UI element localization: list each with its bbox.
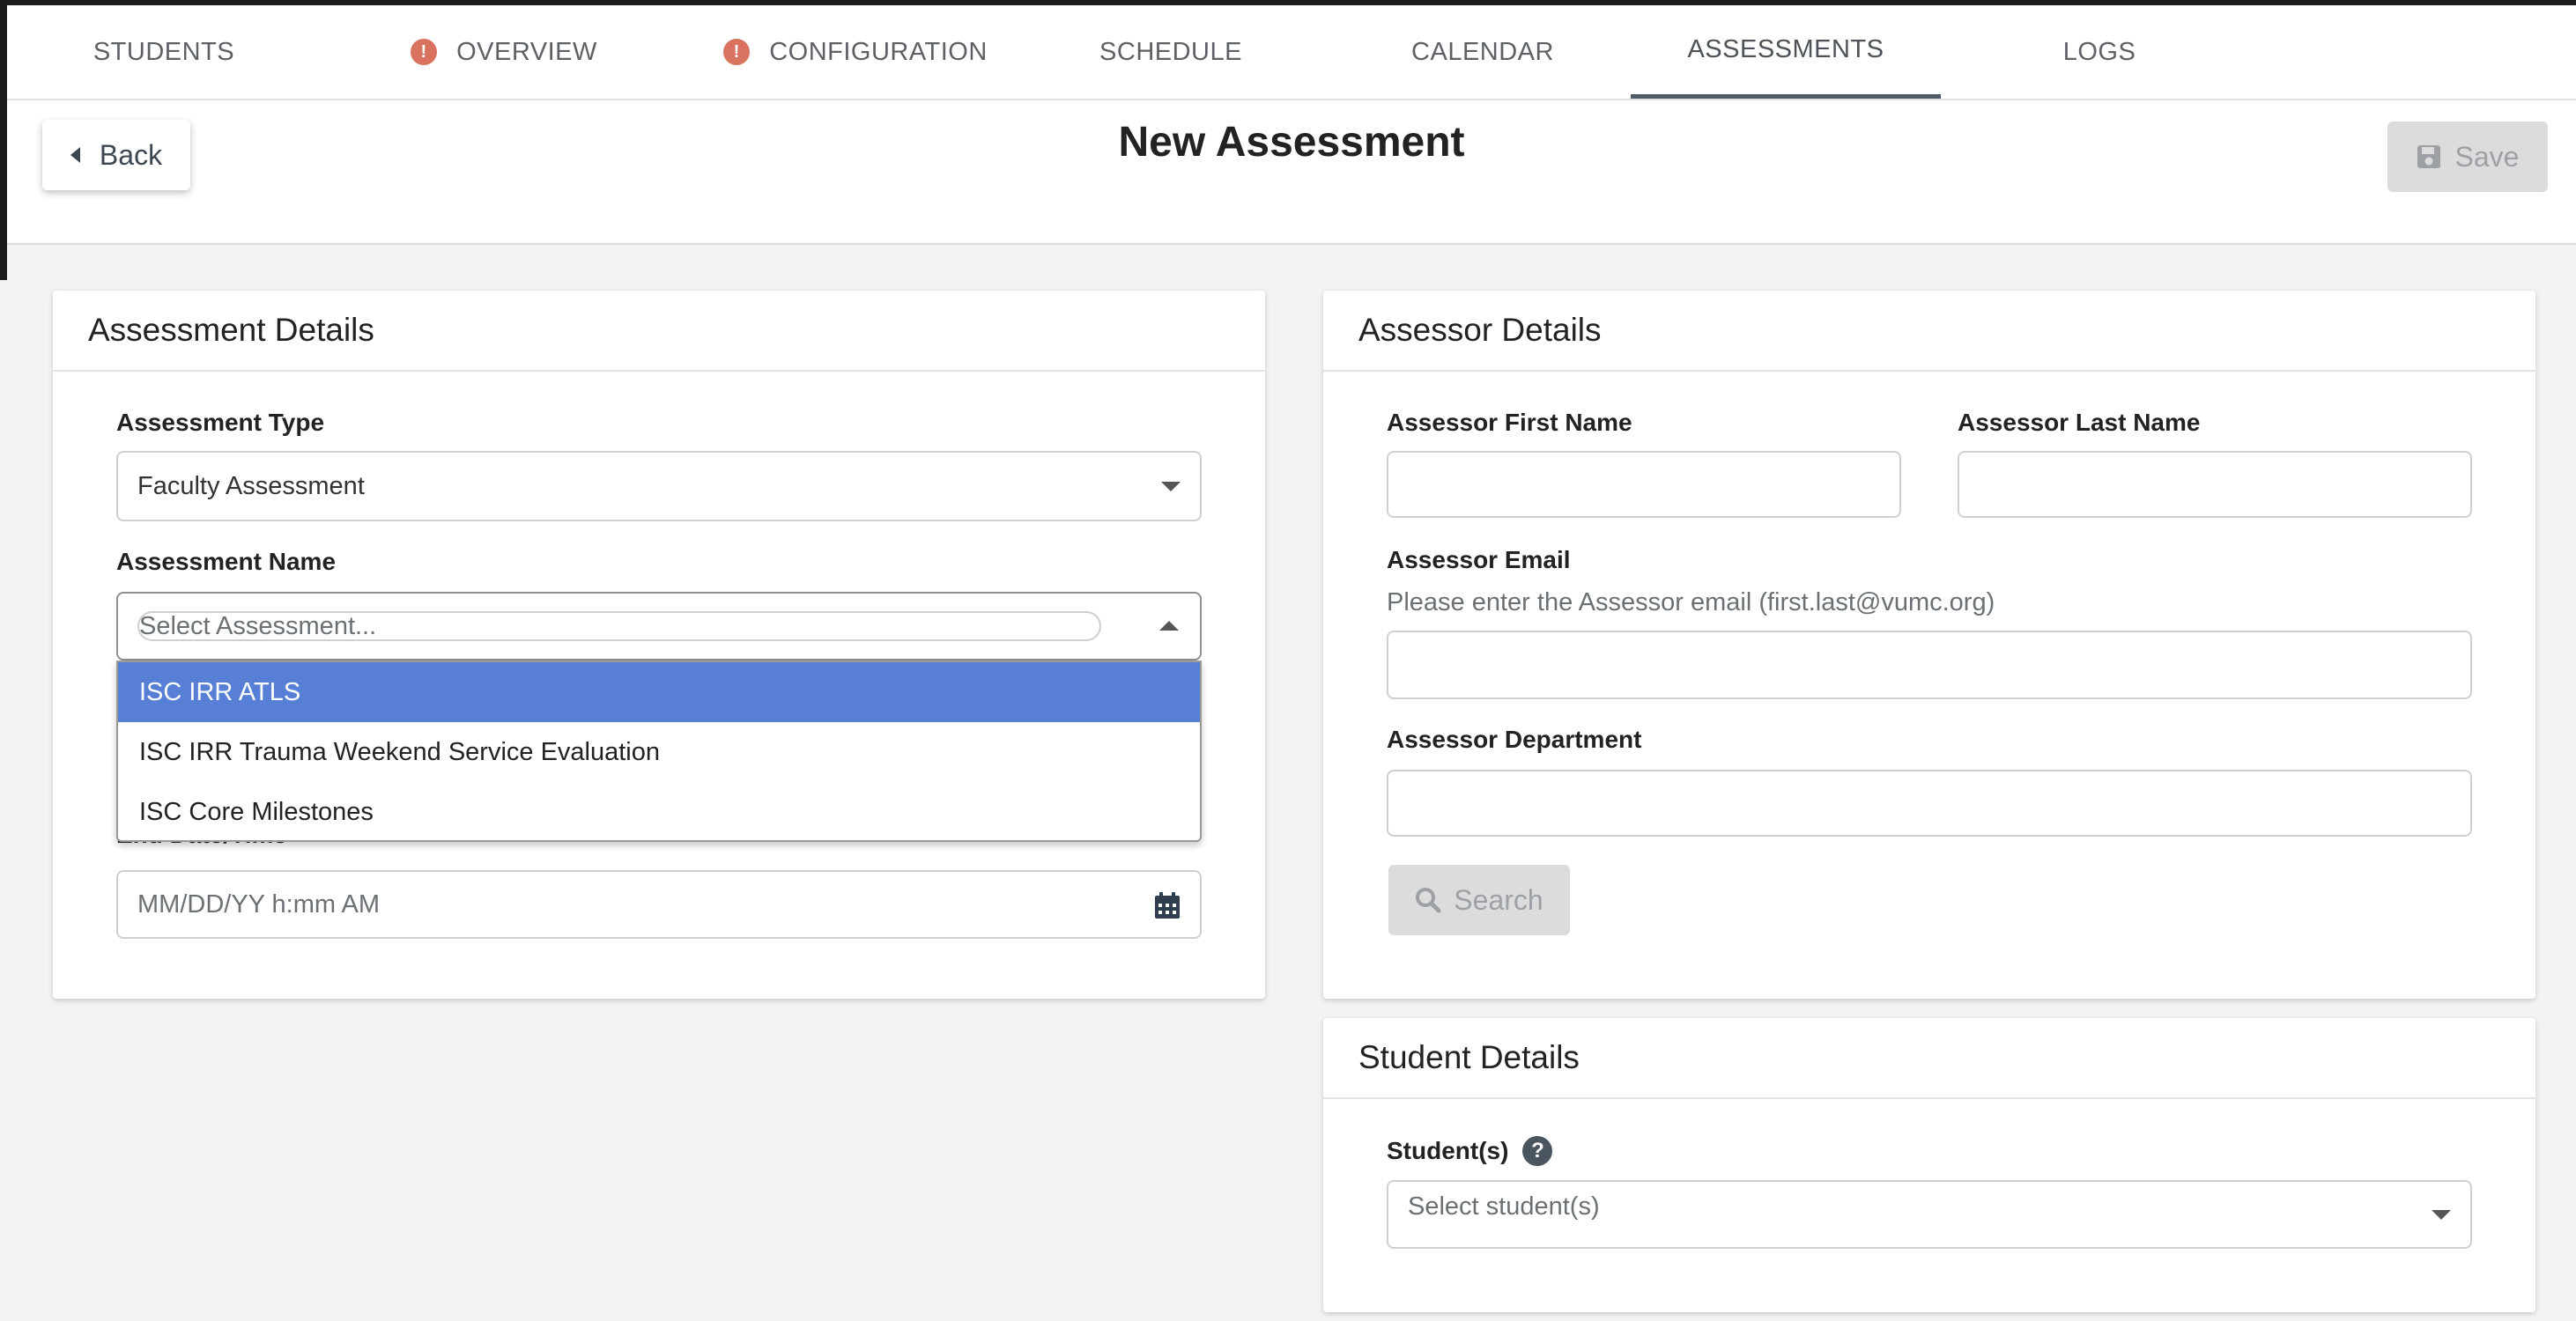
tab-calendar[interactable]: CALENDAR <box>1373 5 1593 99</box>
page-title: New Assessment <box>1118 119 1465 166</box>
assessor-last-name-input[interactable] <box>1958 451 2472 518</box>
tab-label: OVERVIEW <box>456 37 597 66</box>
end-date-placeholder: MM/DD/YY h:mm AM <box>137 889 380 919</box>
assessor-email-input[interactable] <box>1387 631 2472 699</box>
assessment-type-value: Faculty Assessment <box>137 471 365 500</box>
calendar-icon[interactable] <box>1154 891 1181 919</box>
assessor-last-name-label: Assessor Last Name <box>1958 409 2201 436</box>
assessor-department-input[interactable] <box>1387 770 2472 837</box>
students-label: Student(s) <box>1387 1137 1509 1164</box>
tab-label: CALENDAR <box>1411 37 1554 66</box>
help-icon[interactable]: ? <box>1522 1136 1553 1166</box>
tab-label: LOGS <box>2062 37 2136 66</box>
tab-overview[interactable]: ! OVERVIEW <box>363 5 645 99</box>
search-button-label: Search <box>1454 883 1543 916</box>
save-button[interactable]: Save <box>2387 122 2548 192</box>
card-title: Assessment Details <box>53 291 1265 372</box>
assessor-department-label: Assessor Department <box>1387 726 1642 753</box>
tab-label: STUDENTS <box>93 37 235 66</box>
assessment-type-label: Assessment Type <box>116 409 325 436</box>
chevron-down-icon <box>1161 482 1181 491</box>
card-title: Student Details <box>1323 1018 2535 1099</box>
assessment-details-card: Assessment Details Assessment Type Facul… <box>53 291 1265 999</box>
tab-label: CONFIGURATION <box>769 37 988 66</box>
save-button-label: Save <box>2454 140 2520 173</box>
floppy-disk-icon <box>2417 145 2440 168</box>
students-placeholder: Select student(s) <box>1408 1192 1600 1221</box>
tab-bar: STUDENTS ! OVERVIEW ! CONFIGURATION SCHE… <box>7 5 2576 100</box>
tab-configuration[interactable]: ! CONFIGURATION <box>692 5 1018 99</box>
chevron-down-icon <box>2432 1210 2451 1220</box>
student-details-card: Student Details Student(s) ? Select stud… <box>1323 1018 2535 1312</box>
assessment-name-search-input[interactable]: Select Assessment... <box>137 611 1101 641</box>
assessment-type-select[interactable]: Faculty Assessment <box>116 451 1202 521</box>
assessor-email-label: Assessor Email <box>1387 546 1571 573</box>
search-button[interactable]: Search <box>1388 865 1570 935</box>
warning-icon: ! <box>723 39 751 65</box>
students-select[interactable]: Select student(s) <box>1387 1180 2472 1249</box>
end-date-input[interactable]: MM/DD/YY h:mm AM <box>116 870 1202 939</box>
page-header: Back New Assessment Save <box>7 100 2576 245</box>
dropdown-option[interactable]: ISC IRR ATLS <box>118 662 1200 722</box>
assessment-name-label: Assessment Name <box>116 548 337 575</box>
tab-schedule[interactable]: SCHEDULE <box>1061 5 1281 99</box>
tab-logs[interactable]: LOGS <box>1989 5 2210 99</box>
assessor-first-name-label: Assessor First Name <box>1387 409 1632 436</box>
tab-label: SCHEDULE <box>1099 37 1242 66</box>
assessment-name-dropdown: ISC IRR ATLS ISC IRR Trauma Weekend Serv… <box>116 660 1202 842</box>
dropdown-option[interactable]: ISC IRR Trauma Weekend Service Evaluatio… <box>118 722 1200 782</box>
tab-assessments[interactable]: ASSESSMENTS <box>1631 5 1941 99</box>
chevron-up-icon <box>1159 621 1179 631</box>
search-icon <box>1416 888 1441 913</box>
tab-label: ASSESSMENTS <box>1687 35 1884 63</box>
assessor-email-hint: Please enter the Assessor email (first.l… <box>1387 588 1995 616</box>
assessor-first-name-input[interactable] <box>1387 451 1901 518</box>
students-label-row: Student(s) ? <box>1387 1136 1553 1166</box>
dropdown-option[interactable]: ISC Core Milestones <box>118 782 1200 842</box>
tab-students[interactable]: STUDENTS <box>60 5 268 99</box>
assessment-name-select[interactable]: Select Assessment... <box>116 592 1202 660</box>
window-left-edge <box>0 0 7 280</box>
assessment-name-placeholder: Select Assessment... <box>139 611 377 640</box>
warning-icon: ! <box>411 39 438 65</box>
card-title: Assessor Details <box>1323 291 2535 372</box>
